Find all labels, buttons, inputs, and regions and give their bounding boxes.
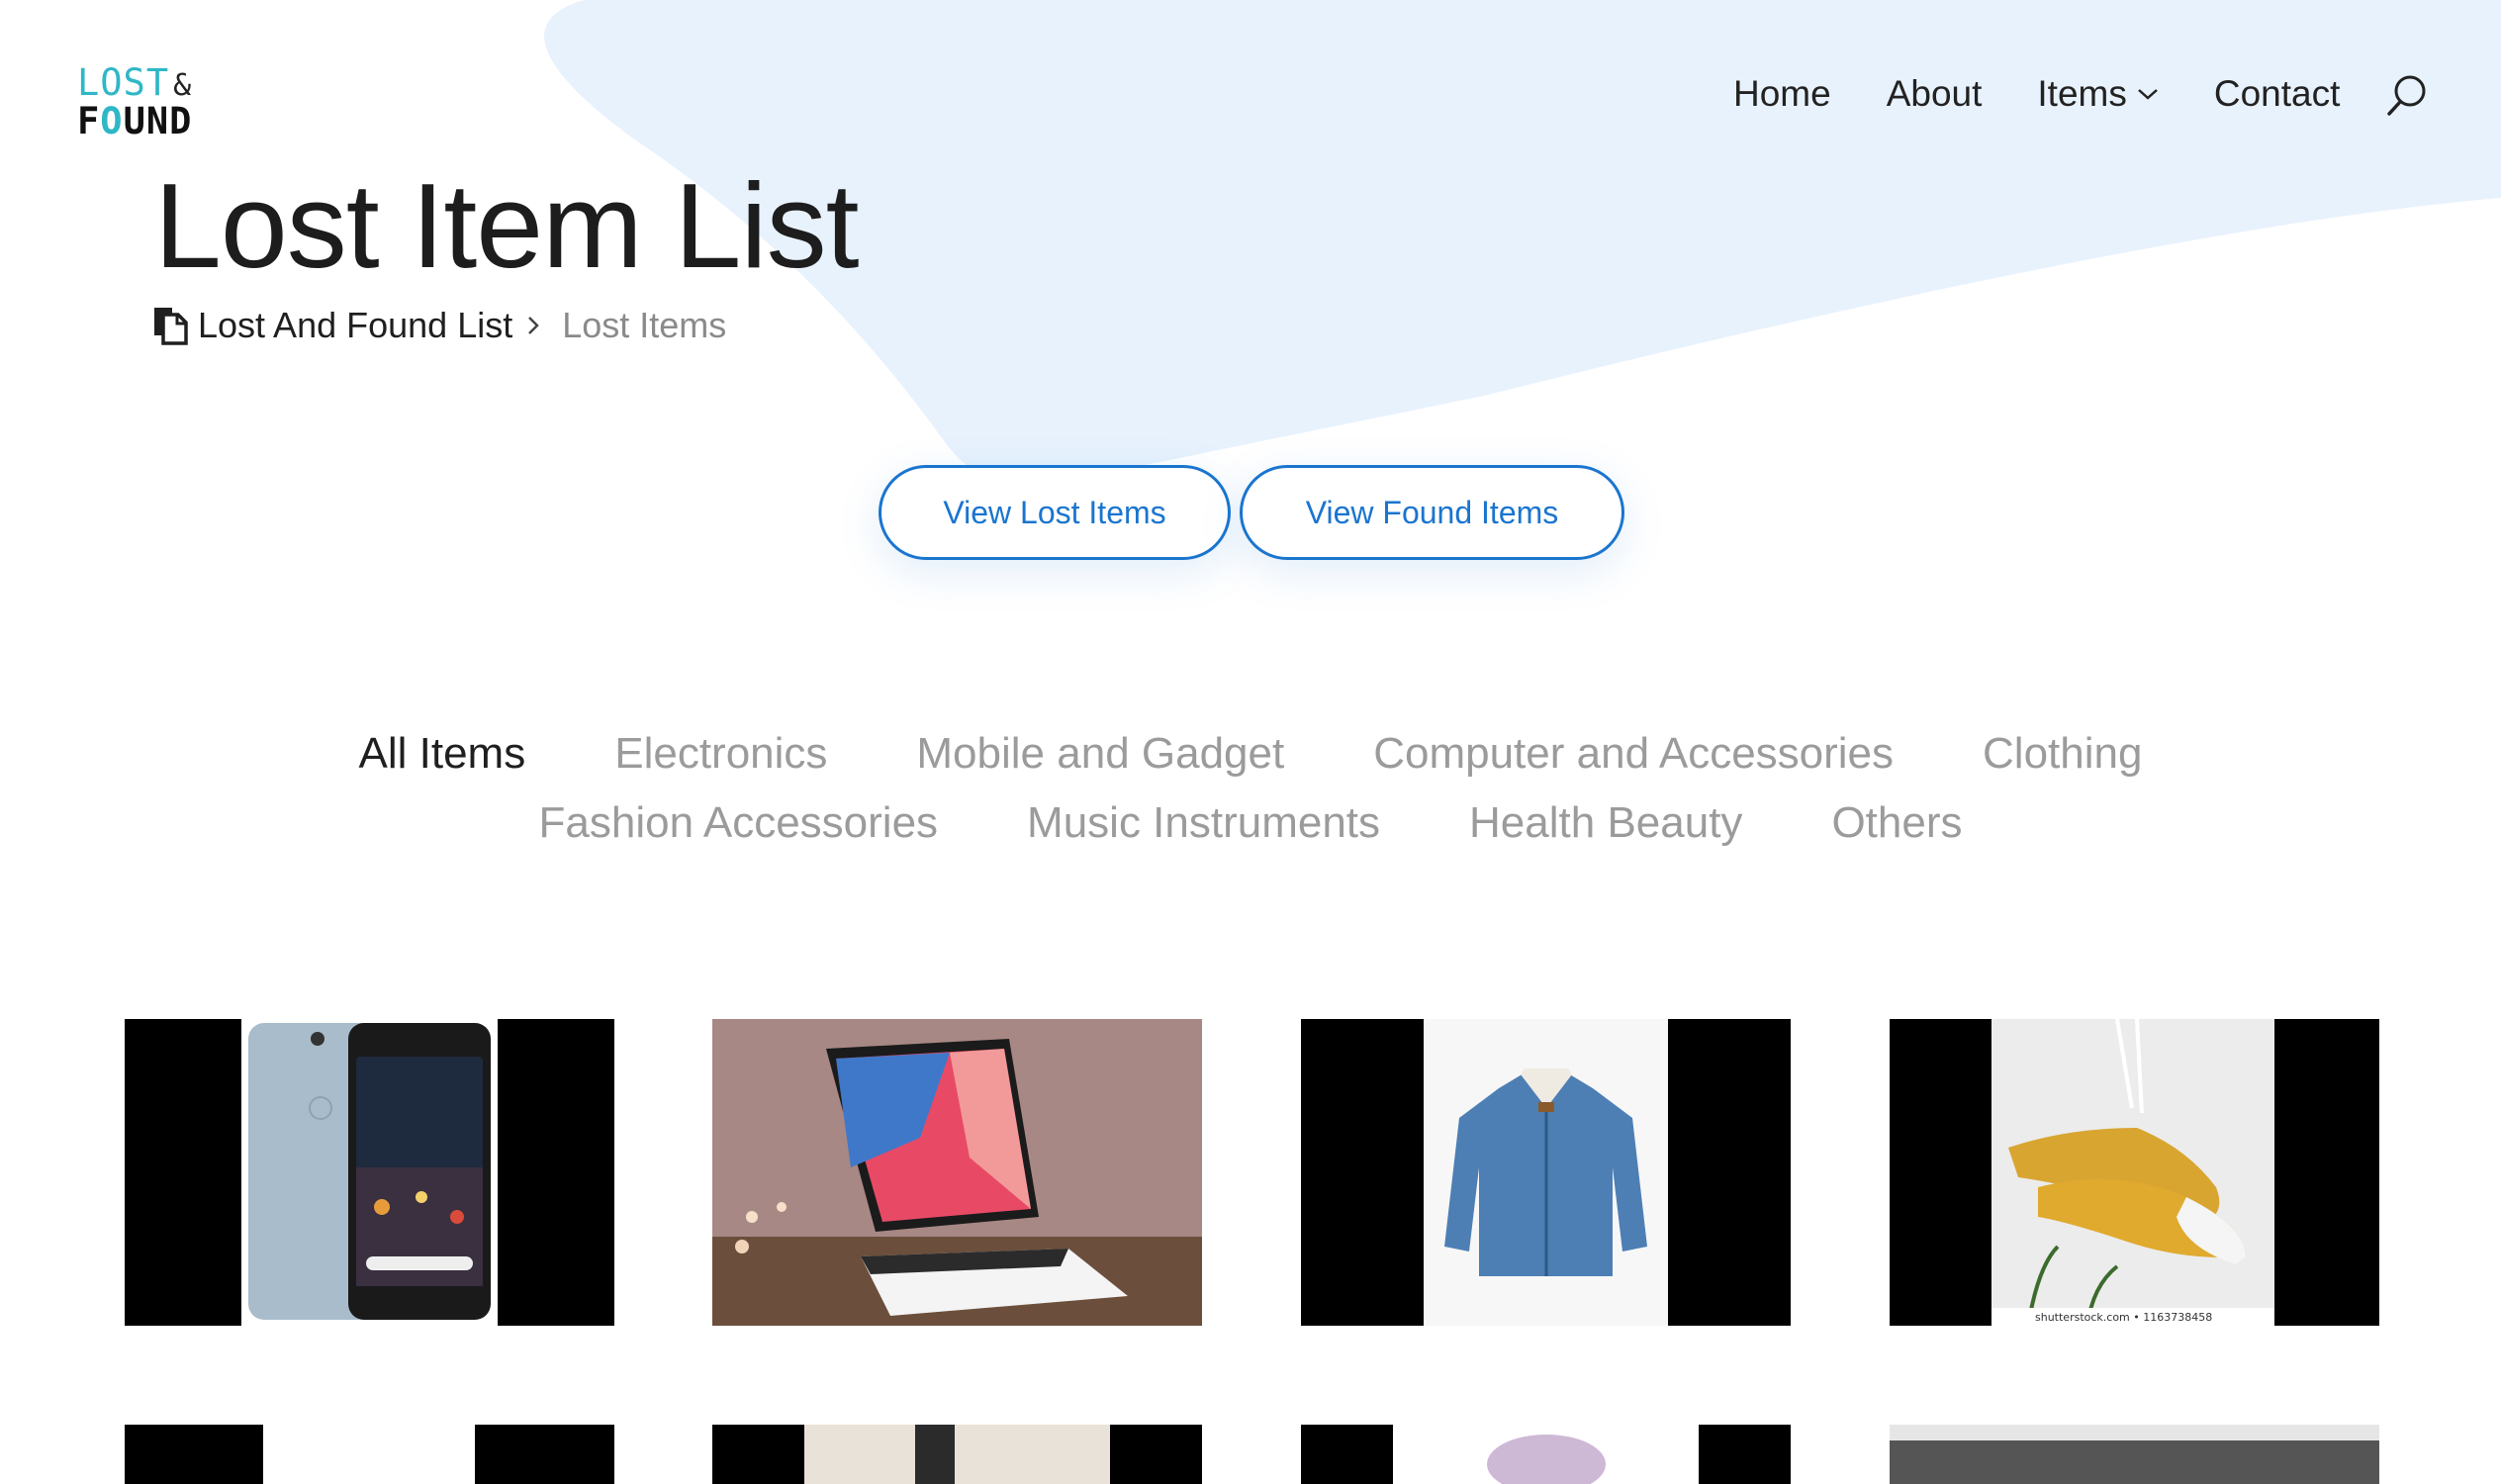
view-found-items-button[interactable]: View Found Items	[1240, 465, 1624, 560]
nav-contact[interactable]: Contact	[2214, 73, 2341, 115]
item-card-sneakers[interactable]: shutterstock.com • 1163738458	[1890, 1019, 2379, 1326]
nav-home[interactable]: Home	[1733, 73, 1831, 115]
denim-jacket-image	[1301, 1019, 1791, 1326]
breadcrumb: Lost And Found List Lost Items	[152, 305, 726, 346]
category-filters: All Items Electronics Mobile and Gadget …	[0, 727, 2501, 866]
nav-about[interactable]: About	[1887, 73, 1983, 115]
filter-music-instruments[interactable]: Music Instruments	[1027, 796, 1380, 849]
tablet-image	[712, 1019, 1202, 1326]
item-card-row2-2[interactable]	[712, 1425, 1202, 1484]
view-lost-items-button[interactable]: View Lost Items	[879, 465, 1231, 560]
filter-health-beauty[interactable]: Health Beauty	[1469, 796, 1742, 849]
item-image-row2-1	[125, 1425, 614, 1484]
search-icon[interactable]	[2386, 74, 2428, 123]
filter-fashion-accessories[interactable]: Fashion Accessories	[539, 796, 939, 849]
item-image-row2-4	[1890, 1425, 2379, 1484]
filter-row-2: Fashion Accessories Music Instruments He…	[0, 796, 2501, 849]
filter-mobile-and-gadget[interactable]: Mobile and Gadget	[916, 727, 1284, 780]
filter-row-1: All Items Electronics Mobile and Gadget …	[0, 727, 2501, 780]
page-title: Lost Item List	[154, 158, 860, 293]
sneakers-image: shutterstock.com • 1163738458	[1890, 1019, 2379, 1326]
filter-all-items[interactable]: All Items	[359, 727, 526, 780]
site-logo[interactable]: LOST & FOUND	[77, 64, 192, 140]
main-nav: Home About Items Contact	[1733, 73, 2395, 115]
item-card-row2-3[interactable]	[1301, 1425, 1791, 1484]
item-card-smartphone[interactable]	[125, 1019, 614, 1326]
filter-computer-and-accessories[interactable]: Computer and Accessories	[1373, 727, 1894, 780]
filter-others[interactable]: Others	[1831, 796, 1962, 849]
item-card-denim-jacket[interactable]	[1301, 1019, 1791, 1326]
chevron-right-icon	[528, 317, 539, 334]
watermark-text: shutterstock.com • 1163738458	[2035, 1311, 2212, 1324]
nav-items-dropdown[interactable]: Items	[2037, 73, 2158, 115]
chevron-down-icon	[2138, 89, 2158, 100]
item-card-row2-4[interactable]	[1890, 1425, 2379, 1484]
document-icon	[154, 308, 188, 345]
smartphone-image	[125, 1019, 614, 1326]
breadcrumb-link-lost-and-found[interactable]: Lost And Found List	[198, 305, 512, 346]
item-card-row2-1[interactable]	[125, 1425, 614, 1484]
breadcrumb-current: Lost Items	[562, 305, 727, 345]
item-card-tablet[interactable]	[712, 1019, 1202, 1326]
item-image-row2-3	[1301, 1425, 1791, 1484]
item-image-row2-2	[712, 1425, 1202, 1484]
filter-clothing[interactable]: Clothing	[1983, 727, 2142, 780]
filter-electronics[interactable]: Electronics	[614, 727, 827, 780]
